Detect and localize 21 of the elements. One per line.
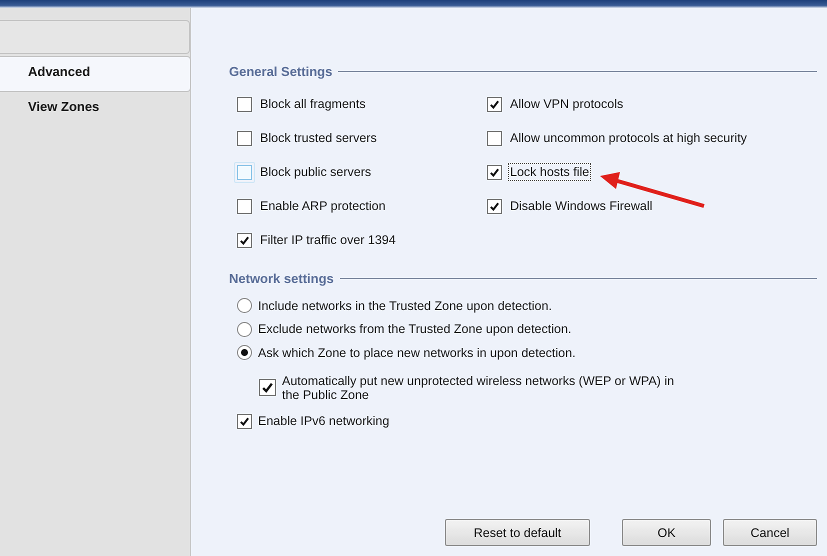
- checkbox-label[interactable]: Disable Windows Firewall: [508, 197, 654, 215]
- checkbox-label[interactable]: Allow uncommon protocols at high security: [508, 129, 749, 147]
- checkbox-label[interactable]: Allow VPN protocols: [508, 95, 626, 113]
- radio-label[interactable]: Include networks in the Trusted Zone upon detection.: [256, 296, 554, 315]
- radio-label[interactable]: Ask which Zone to place new networks in upon detection.: [256, 344, 578, 362]
- dialog-button[interactable]: OK: [622, 519, 711, 546]
- checkbox-label[interactable]: Enable IPv6 networking: [256, 412, 392, 430]
- dialog-button[interactable]: Cancel: [723, 519, 817, 546]
- checkbox-label[interactable]: Block trusted servers: [258, 129, 379, 147]
- checkbox-label[interactable]: Block all fragments: [258, 95, 368, 113]
- dialog-button[interactable]: Reset to default: [445, 519, 590, 546]
- checkbox-label[interactable]: Automatically put new unprotected wireless networks (WEP or WPA) in the Public Zone: [280, 372, 694, 404]
- radio-label[interactable]: Exclude networks from the Trusted Zone upon detection.: [256, 320, 574, 338]
- checkbox-label[interactable]: Block public servers: [258, 163, 374, 181]
- checkbox-label[interactable]: Enable ARP protection: [258, 197, 388, 215]
- sidebar-tab[interactable]: View Zones: [0, 92, 190, 126]
- sidebar-tab[interactable]: Advanced: [0, 56, 191, 92]
- checkbox-label[interactable]: Lock hosts file: [508, 163, 592, 181]
- section-title: General Settings: [229, 64, 332, 79]
- section-title: Network settings: [229, 271, 334, 286]
- checkbox-label[interactable]: Filter IP traffic over 1394: [258, 231, 398, 249]
